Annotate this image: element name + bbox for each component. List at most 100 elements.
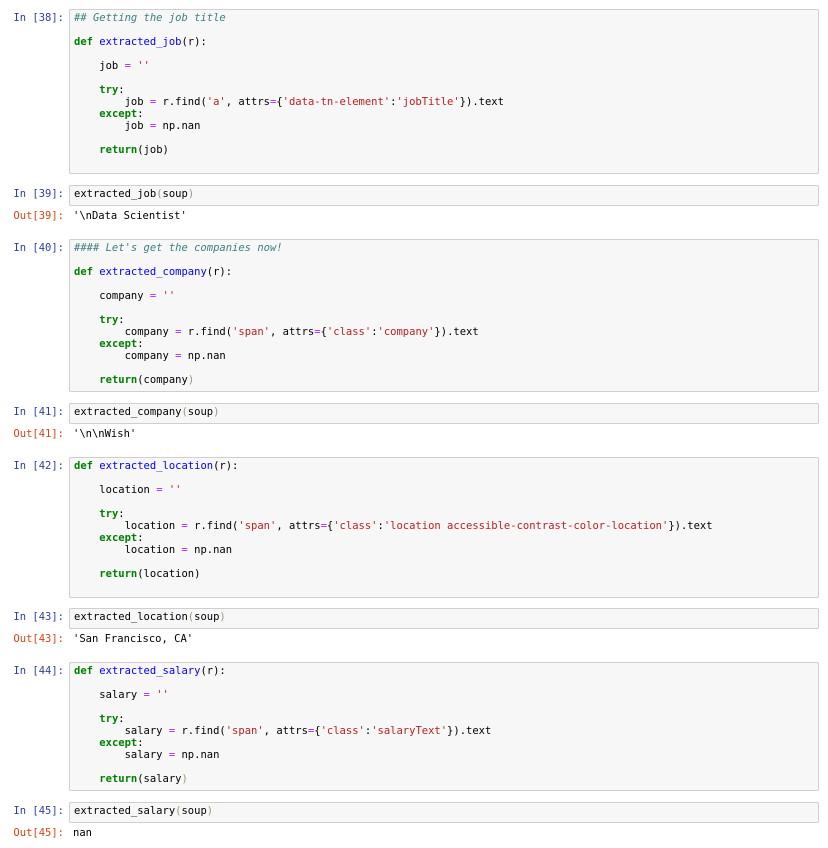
code-token-plain: soup [187,406,214,418]
code-token-def: extracted_salary [99,665,201,677]
code-token-keyword: def [74,665,93,677]
input-prompt: In [45]: [13,805,64,817]
code-token-keyword: except [99,338,138,350]
code-token-string: 'span' [232,326,270,338]
code-token-plain: job [74,60,125,72]
code-token-plain: location [74,484,157,496]
code-token-keyword: return [99,568,138,580]
code-token-plain: soup [162,188,188,200]
code-line: def extracted_company(r): [74,266,232,278]
code-token-plain: soup [194,611,220,623]
output-text: 'San Francisco, CA' [73,633,194,645]
code-token-string: '' [156,689,169,701]
code-token-string: 'a' [206,96,226,108]
code-token-bracket: ) [219,611,226,623]
code-token-plain: np.nan [181,350,226,362]
code-token-plain: : [137,338,144,350]
code-input-area[interactable]: extracted_job(soup) [69,185,819,206]
input-prompt: In [41]: [13,406,64,418]
code-line: salary = np.nan [74,749,220,761]
code-token-plain: , attrs [270,326,315,338]
code-token-plain: extracted_job [74,188,157,200]
output-prompt: Out[39]: [13,210,64,222]
code-token-bracket: ) [187,188,195,200]
code-token-plain: (r): [213,460,239,472]
code-token-plain: location [74,520,182,532]
code-input-area[interactable]: def extracted_location(r): location = ''… [69,457,819,598]
code-token-plain: : [137,108,144,120]
code-token-plain: , attrs [263,725,308,737]
code-token-plain: r.find( [156,96,207,108]
code-input-area[interactable]: extracted_salary(soup) [69,802,819,823]
code-token-plain: , attrs [225,96,270,108]
code-line: except: [74,737,143,749]
code-token-string: 'company' [377,326,435,338]
input-prompt: In [43]: [13,611,64,623]
code-input-area[interactable]: extracted_location(soup) [69,608,819,629]
code-line: extracted_location(soup) [74,611,226,623]
code-token-plain: (r): [200,665,226,677]
code-token-def: extracted_location [99,460,214,472]
code-line: except: [74,338,144,350]
code-token-string: '' [162,290,176,302]
code-input-area[interactable]: extracted_company(soup) [69,403,819,424]
code-line: def extracted_job(r): [74,36,207,48]
code-token-plain: (r): [181,36,207,48]
code-token-keyword: try [99,508,119,520]
output-text: '\nData Scientist' [73,210,187,222]
output-prompt: Out[41]: [13,428,64,440]
code-token-string: '' [137,60,150,72]
code-line: company = r.find('span', attrs={'class':… [74,326,479,338]
code-token-keyword: try [99,84,119,96]
code-line: try: [74,84,125,96]
code-token-plain: np.nan [175,749,220,761]
code-input-area[interactable]: #### Let's get the companies now! def ext… [69,239,819,392]
code-line: extracted_job(soup) [74,188,194,200]
code-token-comment: ## Getting the job title [74,12,226,24]
code-token-string: 'span' [225,725,264,737]
code-token-plain: r.find( [187,520,239,532]
code-token-bracket: ) [187,374,195,386]
code-token-plain: : [118,84,125,96]
code-token-keyword: return [99,374,138,386]
code-line: extracted_salary(soup) [74,805,213,817]
code-token-plain: : [118,713,125,725]
code-token-plain: np.nan [187,544,233,556]
code-line: return(job) [74,144,169,156]
code-line: except: [74,532,143,544]
code-token-keyword: def [74,266,93,278]
code-token-plain: company [74,350,176,362]
code-token-string: 'jobTitle' [396,96,460,108]
code-token-plain: company [74,290,150,302]
code-token-plain: location [74,544,182,556]
code-input-area[interactable]: def extracted_salary(r): salary = '' try… [69,662,819,791]
code-token-plain: extracted_location [74,611,188,623]
code-token-plain: soup [181,805,207,817]
code-token-plain: r.find( [175,725,226,737]
code-line: job = '' [74,60,150,72]
code-token-plain: }).text [447,725,492,737]
code-token-bracket: ) [181,773,188,785]
code-line: def extracted_location(r): [74,460,238,472]
code-token-plain: r.find( [181,326,233,338]
code-input-area[interactable]: ## Getting the job title def extracted_jo… [69,9,819,174]
code-line: job = np.nan [74,120,201,132]
code-token-bracket: ) [213,406,220,418]
code-token-plain: (salary [137,773,182,785]
input-prompt: In [38]: [13,12,64,24]
code-token-plain: salary [74,749,169,761]
code-line: job = r.find('a', attrs={'data-tn-elemen… [74,96,504,108]
code-token-plain: extracted_salary [74,805,176,817]
code-token-plain: np.nan [156,120,201,132]
code-line: try: [74,713,125,725]
input-prompt: In [39]: [13,188,64,200]
code-token-string: 'class' [326,326,372,338]
code-token-string: 'span' [238,520,277,532]
